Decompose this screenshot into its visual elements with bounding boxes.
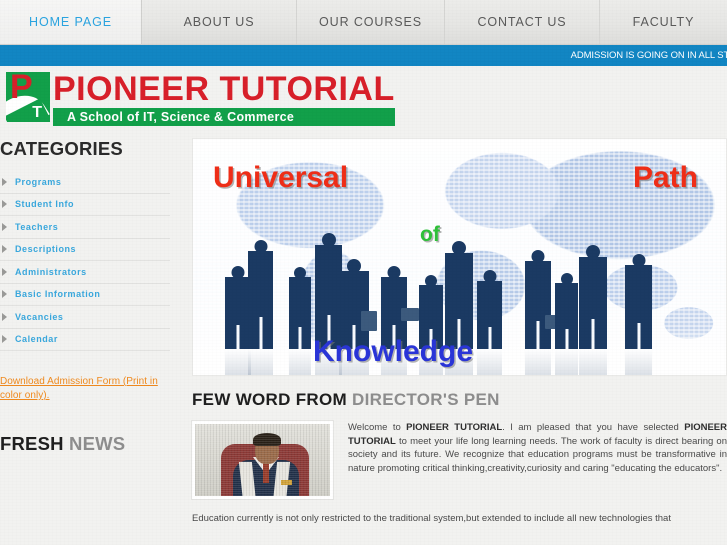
nav-item-contact-us[interactable]: CONTACT US [445,0,600,44]
banner-word-path: Path [632,161,698,194]
nav-item-contact-us-label: CONTACT US [477,15,567,29]
director-paragraph-2: Education currently is not only restrict… [192,513,671,524]
nav-item-our-courses-label: OUR COURSES [319,15,422,29]
logo-mark-letter-p: P [10,72,33,106]
arrow-right-icon [2,335,7,344]
director-section-heading: FEW WORD FROM DIRECTOR'S PEN [192,390,727,410]
director-message-row: Welcome to PIONEER TUTORIAL. I am please… [192,421,727,499]
sidebar-item-calendar[interactable]: Calendar [0,329,170,351]
nav-item-our-courses[interactable]: OUR COURSES [297,0,445,44]
silhouette-leg-gap [298,327,302,349]
briefcase-icon [401,308,419,321]
silhouette-figure [289,267,311,375]
sidebar-item-basic-information[interactable]: Basic Information [0,284,170,306]
fresh-news-heading-strong: FRESH [0,433,64,454]
banner-word-of: of [420,223,440,246]
silhouette-reflection [579,349,607,375]
arrow-right-icon [2,312,7,321]
director-paragraph-2-wrap: Education currently is not only restrict… [192,512,727,526]
nav-item-about-us-label: ABOUT US [183,15,255,29]
sidebar-item-programs[interactable]: Programs [0,171,170,194]
download-admission-form-link[interactable]: Download Admission Form (Print in color … [0,375,165,403]
sidebar-item-vacancies[interactable]: Vacancies [0,306,170,329]
silhouette-figure [525,250,551,375]
nav-item-home-page-label: HOME PAGE [29,15,112,29]
nav-item-faculty-label: FACULTY [632,15,695,29]
sidebar-item-label: Calendar [15,334,58,345]
fresh-news-heading-light: NEWS [69,433,126,454]
para1-seg2: . I am pleased that you have selected [502,422,685,433]
nav-item-about-us[interactable]: ABOUT US [142,0,297,44]
arrow-right-icon [2,245,7,254]
banner-word-knowledge: Knowledge [313,335,474,368]
arrow-right-icon [2,290,7,299]
announcement-marquee-bar: ADMISSION IS GOING ON IN ALL STR [0,45,727,66]
sidebar-item-student-info[interactable]: Student Info [0,194,170,216]
announcement-marquee-text: ADMISSION IS GOING ON IN ALL STR [570,50,727,61]
categories-heading: CATEGORIES [0,138,123,159]
silhouette-leg-gap [236,325,240,349]
sidebar-item-label: Basic Information [15,289,101,300]
nav-item-faculty[interactable]: FACULTY [600,0,727,44]
logo-mark-letter-t: T [32,104,42,121]
sidebar-item-label: Teachers [15,221,59,232]
briefcase-icon [361,311,377,331]
sidebar-item-label: Vacancies [15,311,64,322]
sidebar: CATEGORIES Programs Student Info Teacher… [0,134,192,455]
director-heading-strong: FEW WORD FROM [192,390,347,409]
categories-list: Programs Student Info Teachers Descripti… [0,171,170,351]
silhouette-reflection [248,349,273,375]
silhouette-leg-gap [536,321,540,349]
silhouette-figure [555,273,578,375]
director-heading-light: DIRECTOR'S PEN [352,390,500,409]
main-navigation: HOME PAGE ABOUT US OUR COURSES CONTACT U… [0,0,727,45]
silhouette-figure [579,245,607,375]
site-header: P T PIONEER TUTORIAL A School of IT, Sci… [0,66,727,134]
para1-seg3: to meet your life long learning needs. T… [348,435,727,474]
logo-subtitle: A School of IT, Science & Commerce [53,108,395,126]
sidebar-item-label: Administrators [15,266,87,277]
silhouette-reflection [525,349,551,375]
banner-word-universal: Universal [213,161,349,194]
silhouette-leg-gap [591,319,595,349]
sidebar-item-label: Programs [15,176,62,187]
arrow-right-icon [2,267,7,276]
arrow-right-icon [2,177,7,186]
silhouette-reflection [477,349,502,375]
nav-item-home-page[interactable]: HOME PAGE [0,0,142,44]
silhouette-reflection [625,349,652,375]
arrow-right-icon [2,222,7,231]
page-body: CATEGORIES Programs Student Info Teacher… [0,134,727,526]
sidebar-item-label: Descriptions [15,244,77,255]
logo-title: PIONEER TUTORIAL [53,70,395,108]
photo-noise-overlay [195,424,330,496]
arrow-right-icon [2,200,7,209]
sidebar-item-teachers[interactable]: Teachers [0,216,170,239]
silhouette-reflection [289,349,311,375]
director-paragraph-1: Welcome to PIONEER TUTORIAL. I am please… [348,421,727,475]
silhouette-reflection [555,349,578,375]
para1-seg1: Welcome to [348,422,407,433]
director-message-text: Welcome to PIONEER TUTORIAL. I am please… [348,421,727,475]
logo-text-block: PIONEER TUTORIAL A School of IT, Science… [53,70,395,126]
logo-mark-icon: P T [6,72,50,122]
main-content: Universal Path of Knowledge FEW WORD FRO… [192,134,727,526]
silhouette-figure [248,240,273,375]
silhouette-leg-gap [565,329,568,349]
sidebar-item-label: Student Info [15,199,75,210]
business-people-silhouettes [193,224,726,375]
director-photo [192,421,333,499]
sidebar-item-administrators[interactable]: Administrators [0,261,170,284]
silhouette-figure [315,233,342,375]
sidebar-item-descriptions[interactable]: Descriptions [0,239,170,261]
silhouette-leg-gap [637,323,640,349]
silhouette-leg-gap [259,317,262,349]
silhouette-leg-gap [488,327,491,349]
para1-bold1: PIONEER TUTORIAL [406,422,503,433]
fresh-news-heading: FRESH NEWS [0,433,192,455]
silhouette-figure [625,254,652,375]
silhouette-figure [477,270,502,375]
site-logo[interactable]: P T PIONEER TUTORIAL A School of IT, Sci… [6,70,395,126]
hero-banner-image[interactable]: Universal Path of Knowledge [192,138,727,376]
